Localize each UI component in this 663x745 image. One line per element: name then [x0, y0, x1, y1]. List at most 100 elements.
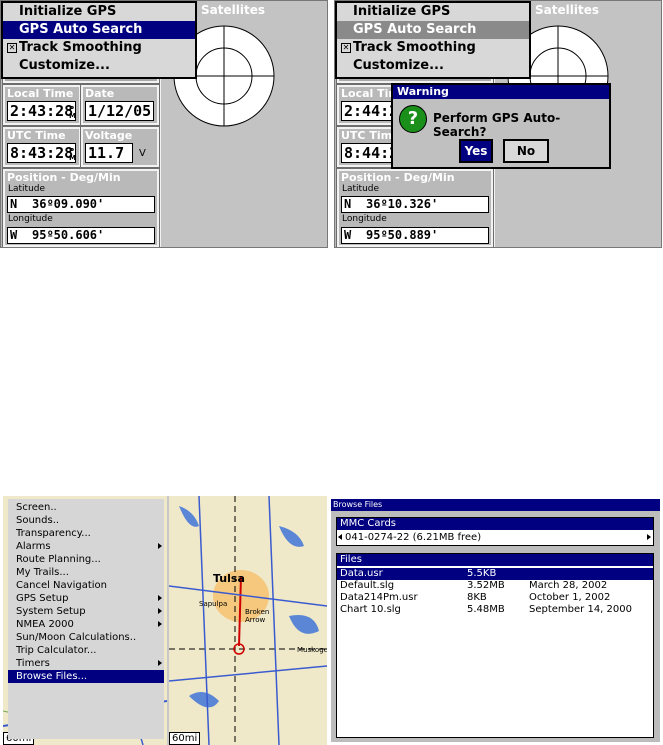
mmc-selector[interactable]: 041-0274-22 (6.21MB free): [337, 531, 653, 544]
no-button[interactable]: No: [503, 139, 549, 163]
submenu-arrow-icon: [158, 660, 162, 666]
position-title: Position - Deg/Min: [7, 171, 121, 184]
submenu-arrow-icon: [158, 621, 162, 627]
menu-item-timers[interactable]: Timers: [8, 657, 164, 670]
satellite-title: Satellites: [535, 3, 599, 17]
file-row[interactable]: Data214Pm.usr 8KB October 1, 2002: [337, 592, 653, 604]
file-row[interactable]: Chart 10.slg 5.48MB September 14, 2000: [337, 604, 653, 616]
warning-dialog: Warning ? Perform GPS Auto-Search? Yes N…: [391, 83, 611, 169]
position-box: Position - Deg/Min Latitude N 36º10.326'…: [336, 168, 494, 247]
files-section: Files Data.usr 5.5KB Default.slg 3.52MB …: [336, 553, 654, 738]
menu-item-my-trails[interactable]: My Trails...: [8, 566, 164, 579]
utc-time-box: UTC Time 8:43:28 PM: [2, 126, 82, 168]
menu-item-alarms[interactable]: Alarms: [8, 540, 164, 553]
menu-item-initialize-gps[interactable]: Initialize GPS: [337, 3, 529, 21]
voltage-box: Voltage 11.7 V: [80, 126, 160, 168]
longitude-label: Longitude: [342, 214, 387, 224]
position-box: Position - Deg/Min Latitude N 36º09.090'…: [2, 168, 160, 247]
menu-item-initialize-gps[interactable]: Initialize GPS: [3, 3, 195, 21]
menu-item-customize[interactable]: Customize...: [337, 57, 529, 75]
longitude-label: Longitude: [8, 214, 53, 224]
longitude-hemisphere: W: [10, 228, 18, 242]
voltage-unit: V: [139, 148, 146, 159]
gps-menu: Initialize GPS GPS Auto Search ✕ Track S…: [335, 1, 531, 79]
menu-item-system-setup[interactable]: System Setup: [8, 605, 164, 618]
checkbox-icon[interactable]: ✕: [341, 43, 351, 53]
date-value: 1/12/05: [85, 101, 155, 121]
browse-files-screen: Browse Files MMC Cards 041-0274-22 (6.21…: [331, 499, 660, 742]
map-label-sapulpa: Sapulpa: [199, 600, 228, 608]
menu-item-track-smoothing[interactable]: ✕ Track Smoothing: [3, 39, 195, 57]
longitude-value: W 95º50.889': [341, 227, 489, 244]
longitude-hemisphere: W: [344, 228, 352, 242]
mmc-cards-header: MMC Cards: [337, 518, 653, 530]
latitude-number: 36º10.326': [366, 197, 439, 211]
menu-item-route-planning[interactable]: Route Planning...: [8, 553, 164, 566]
file-name: Default.slg: [340, 580, 395, 591]
file-date: October 1, 2002: [529, 592, 611, 603]
menu-item-customize[interactable]: Customize...: [3, 57, 195, 75]
date-title: Date: [85, 87, 115, 100]
menu-item-transparency[interactable]: Transparency...: [8, 527, 164, 540]
voltage-title: Voltage: [85, 129, 133, 142]
longitude-number: 95º50.606': [32, 228, 105, 242]
menu-item-gps-auto-search[interactable]: GPS Auto Search: [337, 21, 529, 39]
voltage-value: 11.7: [85, 143, 133, 163]
latitude-value: N 36º10.326': [341, 196, 489, 213]
utc-time-value: 8:43:28: [7, 143, 77, 163]
dialog-message: Perform GPS Auto-Search?: [433, 111, 561, 139]
menu-item-sounds[interactable]: Sounds..: [8, 514, 164, 527]
menu-item-trip-calculator[interactable]: Trip Calculator...: [8, 644, 164, 657]
file-size: 5.5KB: [467, 568, 497, 579]
mmc-cards-section: MMC Cards 041-0274-22 (6.21MB free): [336, 517, 654, 546]
checkbox-icon[interactable]: ✕: [7, 43, 17, 53]
date-box: Date 1/12/05: [80, 84, 160, 126]
gps-screen-2: Satellites Local Tim 2:44:2 UTC Time 8:4…: [334, 0, 662, 248]
question-icon: ?: [399, 105, 427, 133]
menu-item-gps-setup[interactable]: GPS Setup: [8, 592, 164, 605]
menu-item-gps-auto-search[interactable]: GPS Auto Search: [3, 21, 195, 39]
latitude-value: N 36º09.090': [7, 196, 155, 213]
pm-indicator: PM: [69, 105, 76, 120]
utc-time-title: UTC Time: [7, 129, 66, 142]
latitude-hemisphere: N: [10, 197, 18, 211]
submenu-arrow-icon: [158, 595, 162, 601]
menu-item-cancel-navigation[interactable]: Cancel Navigation: [8, 579, 164, 592]
gps-screen-1: Satellites Local Time 2:43:28 PM Date 1/…: [0, 0, 328, 248]
position-title: Position - Deg/Min: [341, 171, 455, 184]
latitude-number: 36º09.090': [32, 197, 105, 211]
dialog-title: Warning: [393, 85, 609, 99]
file-size: 3.52MB: [467, 580, 505, 591]
right-arrow-icon[interactable]: [647, 534, 651, 540]
file-date: March 28, 2002: [529, 580, 608, 591]
file-date: September 14, 2000: [529, 604, 632, 615]
main-menu: Screen.. Sounds.. Transparency... Alarms…: [8, 499, 164, 739]
left-arrow-icon[interactable]: [338, 534, 342, 540]
mmc-card-value: 041-0274-22 (6.21MB free): [345, 532, 482, 543]
gps-menu: Initialize GPS GPS Auto Search ✕ Track S…: [1, 1, 197, 79]
latitude-label: Latitude: [8, 184, 46, 194]
file-name: Data214Pm.usr: [340, 592, 418, 603]
local-time-title: Local Time: [7, 87, 74, 100]
latitude-label: Latitude: [342, 184, 380, 194]
satellite-title: Satellites: [201, 3, 265, 17]
file-row[interactable]: Data.usr 5.5KB: [337, 568, 653, 580]
menu-item-track-smoothing[interactable]: ✕ Track Smoothing: [337, 39, 529, 57]
latitude-hemisphere: N: [344, 197, 352, 211]
file-size: 5.48MB: [467, 604, 505, 615]
pm-indicator: PM: [69, 147, 76, 162]
yes-button[interactable]: Yes: [459, 139, 493, 163]
file-name: Data.usr: [340, 568, 383, 579]
browse-files-title: Browse Files: [331, 499, 660, 511]
local-time-box: Local Time 2:43:28 PM: [2, 84, 82, 126]
longitude-value: W 95º50.606': [7, 227, 155, 244]
menu-item-nmea-2000[interactable]: NMEA 2000: [8, 618, 164, 631]
map-right: Tulsa Broken Arrow Sapulpa Muskogee 60mi: [169, 496, 327, 745]
local-time-value: 2:43:28: [7, 101, 77, 121]
longitude-number: 95º50.889': [366, 228, 439, 242]
menu-item-screen[interactable]: Screen..: [8, 501, 164, 514]
menu-item-browse-files[interactable]: Browse Files...: [8, 670, 164, 683]
file-row[interactable]: Default.slg 3.52MB March 28, 2002: [337, 580, 653, 592]
submenu-arrow-icon: [158, 543, 162, 549]
menu-item-sun-moon[interactable]: Sun/Moon Calculations..: [8, 631, 164, 644]
